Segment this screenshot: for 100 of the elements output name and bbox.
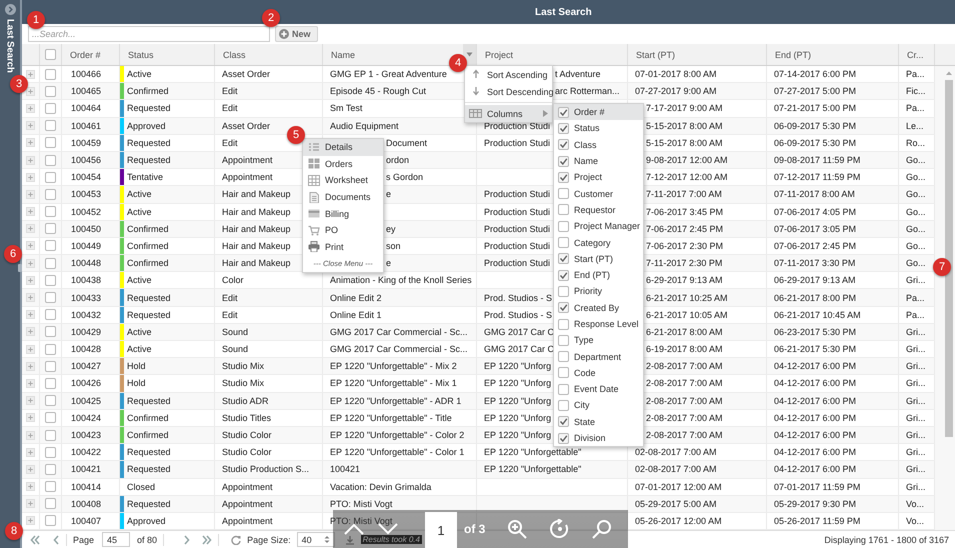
column-header[interactable]: End (PT): [775, 50, 812, 60]
table-cell: 07-11-2017 8:00 AM: [774, 189, 855, 200]
table-cell: Requested: [127, 103, 171, 114]
table-cell: 04-12-2017 6:00 PM: [774, 447, 856, 458]
table-cell: Requested: [127, 447, 171, 458]
menu-item[interactable]: Requestor: [554, 202, 643, 218]
menu-item[interactable]: Project Manager: [554, 218, 643, 234]
menu-item[interactable]: Priority: [554, 283, 643, 300]
page-total: of 3: [464, 522, 486, 536]
menu-item[interactable]: Class: [554, 136, 643, 153]
table-cell: Go...: [906, 189, 926, 200]
menu-item[interactable]: End (PT): [554, 266, 643, 284]
table-cell: Studio Production S...: [222, 464, 310, 474]
table-cell: 09-08-2017 11:59 PM: [774, 155, 860, 166]
menu-item[interactable]: Status: [554, 120, 643, 137]
table-cell: EP 1220 "Unforgettable" - Title: [330, 412, 452, 423]
menu-item[interactable]: Type: [554, 332, 643, 348]
table-cell: 06-09-2017 5:30 PM: [774, 138, 856, 148]
search-field[interactable]: ...Search...: [28, 26, 270, 42]
table-cell: Vo...: [906, 498, 924, 509]
table-cell: Go...: [906, 155, 926, 166]
table-cell: Confirmed: [127, 430, 169, 440]
table-cell: Online Edit 2: [330, 292, 382, 303]
table-cell: 05-26-2017 12:00 AM: [635, 516, 722, 526]
table-cell: 100464: [71, 103, 102, 114]
menu-item[interactable]: Orders: [303, 156, 383, 172]
table-cell: Hair and Makeup: [222, 206, 291, 217]
menu-item[interactable]: Response Level: [554, 316, 643, 332]
menu-item[interactable]: Documents: [303, 188, 383, 206]
menu-item[interactable]: Category: [554, 234, 643, 251]
table-cell: EP 1220 "Unforg: [484, 378, 552, 388]
table-cell: Confirmed: [127, 224, 169, 234]
page-number-field[interactable]: 1: [425, 512, 457, 548]
column-header[interactable]: Project: [485, 50, 514, 60]
table-cell: Approved: [127, 516, 166, 526]
page-size-label: Page Size:: [247, 534, 291, 544]
table-cell: Studio Mix: [222, 378, 264, 388]
table-cell: EP 1220 "Unforg: [484, 396, 552, 406]
table-cell: Document: [386, 138, 428, 148]
table-cell: 100449: [71, 240, 102, 251]
table-cell: 100428: [71, 344, 102, 354]
menu-item[interactable]: Details: [303, 139, 383, 156]
table-cell: t Adventure: [555, 69, 601, 80]
menu-item[interactable]: PO: [303, 222, 383, 239]
menu-item[interactable]: Project: [554, 169, 643, 186]
table-cell: Production Studi: [484, 258, 550, 268]
table-cell: Requested: [127, 155, 171, 166]
table-cell: EP 1220 "Unforgettable": [484, 447, 582, 458]
results-text: Results took 0.4: [360, 535, 422, 544]
column-header[interactable]: Order #: [70, 50, 101, 60]
page-field[interactable]: 45: [102, 532, 130, 547]
table-cell: 100453: [71, 189, 102, 200]
table-cell: Prod. Studios - S: [484, 292, 552, 303]
table-cell: Sound: [222, 326, 248, 337]
menu-item[interactable]: Print: [303, 238, 383, 256]
table-cell: Confirmed: [127, 258, 169, 268]
column-header[interactable]: Name: [331, 50, 356, 60]
table-cell: Requested: [127, 396, 171, 406]
sidebar-title[interactable]: Last Search: [4, 19, 16, 73]
column-header[interactable]: Class: [223, 50, 246, 60]
column-header[interactable]: Status: [128, 50, 154, 60]
menu-item[interactable]: Event Date: [554, 381, 643, 398]
menu-item[interactable]: Columns: [465, 105, 552, 122]
table-cell: 100427: [71, 361, 102, 372]
window-title: Last Search: [535, 6, 592, 18]
table-cell: Vo...: [906, 516, 924, 526]
menu-item[interactable]: Sort Ascending: [465, 66, 552, 83]
menu-item[interactable]: Code: [554, 364, 643, 382]
table-cell: Appointment: [222, 482, 273, 492]
column-header[interactable]: Cr...: [907, 50, 924, 60]
column-header[interactable]: Start (PT): [636, 50, 676, 60]
menu-item[interactable]: City: [554, 397, 643, 414]
table-cell: 07-12-2017 11:59 PM: [774, 172, 860, 182]
menu-item[interactable]: Department: [554, 348, 643, 365]
table-cell: Production Studi: [484, 120, 550, 131]
table-cell: Requested: [127, 464, 171, 474]
menu-item[interactable]: Order #: [554, 104, 643, 120]
menu-item[interactable]: Worksheet: [303, 172, 383, 189]
page-size-field[interactable]: 40: [296, 532, 335, 547]
table-cell: 100429: [71, 326, 102, 337]
table-cell: 02-08-2017 7:00 AM: [635, 464, 717, 474]
table-cell: Approved: [127, 120, 166, 131]
menu-item[interactable]: Name: [554, 152, 643, 170]
table-cell: Go...: [906, 240, 926, 251]
table-cell: 06-09-2017 5:30 PM: [774, 120, 856, 131]
table-cell: Pa...: [906, 292, 925, 303]
table-cell: 100407: [71, 516, 102, 526]
table-cell: 100466: [71, 69, 102, 80]
menu-item[interactable]: Start (PT): [554, 250, 643, 267]
menu-item[interactable]: Created By: [554, 300, 643, 316]
menu-item[interactable]: Billing: [303, 205, 383, 222]
table-cell: 100448: [71, 258, 102, 268]
menu-item[interactable]: State: [554, 414, 643, 430]
new-button[interactable]: New: [275, 26, 318, 42]
menu-item[interactable]: Division: [554, 430, 643, 446]
menu-item[interactable]: Sort Descending: [465, 83, 552, 100]
table-cell: 6-21-2017 10:05 AM: [646, 310, 728, 320]
table-cell: 2-08-2017 7:00 AM: [646, 430, 723, 440]
table-cell: Studio Titles: [222, 412, 272, 423]
menu-item[interactable]: Customer: [554, 185, 643, 202]
